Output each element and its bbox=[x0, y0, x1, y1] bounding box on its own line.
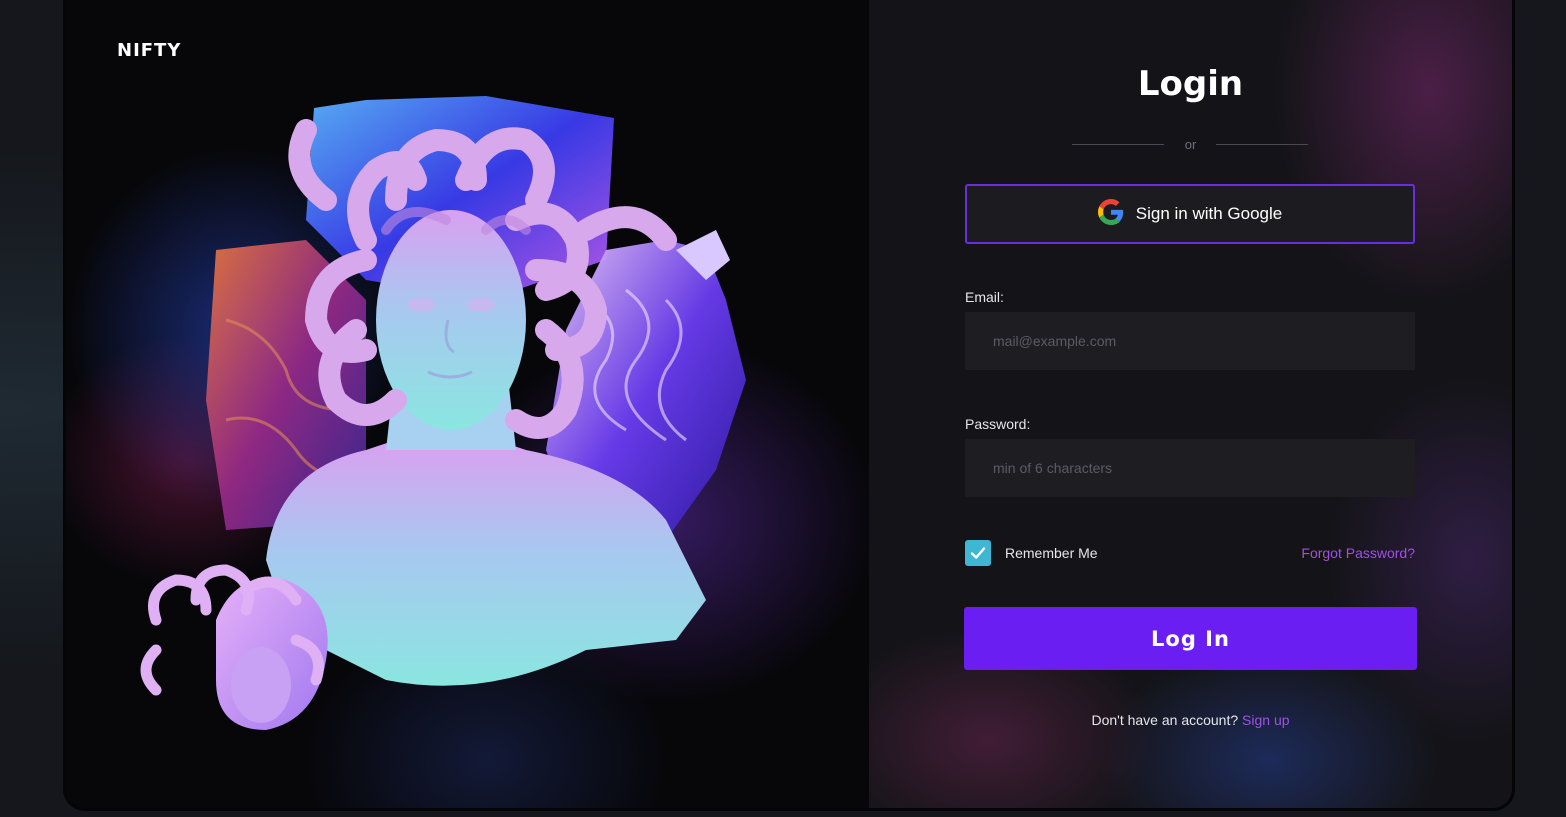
login-button[interactable]: Log In bbox=[964, 607, 1417, 670]
brand-logo[interactable]: NIFTY bbox=[117, 40, 181, 61]
email-label: Email: bbox=[965, 289, 1004, 305]
forgot-password-link[interactable]: Forgot Password? bbox=[1301, 545, 1415, 561]
page-title: Login bbox=[1137, 64, 1244, 104]
signup-prompt: Don't have an account? bbox=[1091, 712, 1239, 728]
email-field[interactable] bbox=[965, 312, 1415, 370]
signup-row: Don't have an account? Sign up bbox=[869, 712, 1512, 728]
google-button-label: Sign in with Google bbox=[1135, 204, 1283, 223]
google-icon bbox=[1097, 198, 1124, 230]
password-label: Password: bbox=[965, 416, 1031, 432]
divider-text: or bbox=[1184, 137, 1197, 152]
remember-me-checkbox[interactable] bbox=[965, 540, 991, 566]
medusa-head-small bbox=[140, 564, 328, 730]
medusa-artwork bbox=[140, 96, 746, 730]
divider-right bbox=[1216, 144, 1308, 145]
login-card: NIFTY Login or Sign in with Google Email… bbox=[63, 0, 1515, 811]
signup-link[interactable]: Sign up bbox=[1242, 712, 1289, 728]
checkmark-icon bbox=[970, 547, 986, 559]
password-field[interactable] bbox=[965, 439, 1415, 497]
login-form-panel: Login or Sign in with Google Email: Pass… bbox=[869, 0, 1512, 808]
remember-me-label[interactable]: Remember Me bbox=[1005, 545, 1098, 561]
google-signin-button[interactable]: Sign in with Google bbox=[965, 184, 1415, 244]
hero-artwork-panel: NIFTY bbox=[66, 0, 869, 808]
